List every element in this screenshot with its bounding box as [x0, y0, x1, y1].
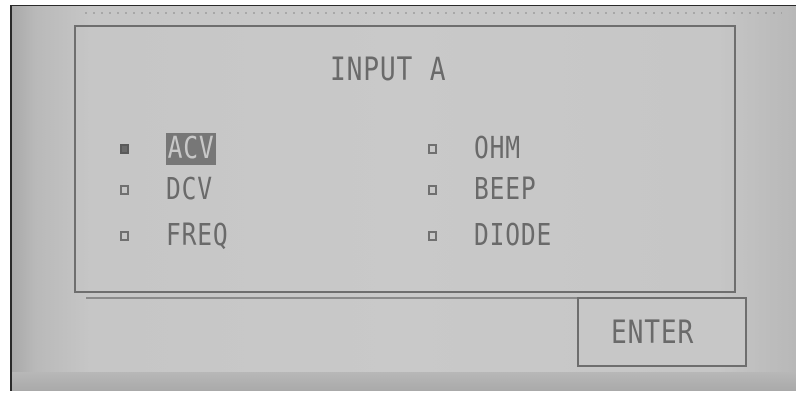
- checkbox-icon[interactable]: [120, 231, 129, 241]
- option-label: ACV: [166, 131, 217, 166]
- bezel-bottom: [12, 372, 796, 391]
- enter-button[interactable]: ENTER: [577, 297, 747, 367]
- option-label: BEEP: [474, 172, 537, 207]
- option-label: DCV: [166, 172, 213, 207]
- checkbox-icon[interactable]: [428, 144, 437, 154]
- checkbox-checked-icon[interactable]: [120, 144, 129, 154]
- checkbox-icon[interactable]: [428, 185, 437, 195]
- checkbox-icon[interactable]: [428, 231, 437, 241]
- checkbox-icon[interactable]: [120, 185, 129, 195]
- option-label: OHM: [474, 131, 521, 166]
- bezel-dots: [82, 10, 782, 16]
- dialog-title: INPUT A: [330, 50, 447, 88]
- option-label: DIODE: [474, 218, 553, 253]
- option-label: FREQ: [166, 218, 229, 253]
- enter-label: ENTER: [611, 313, 695, 351]
- dialog-divider: [86, 297, 579, 299]
